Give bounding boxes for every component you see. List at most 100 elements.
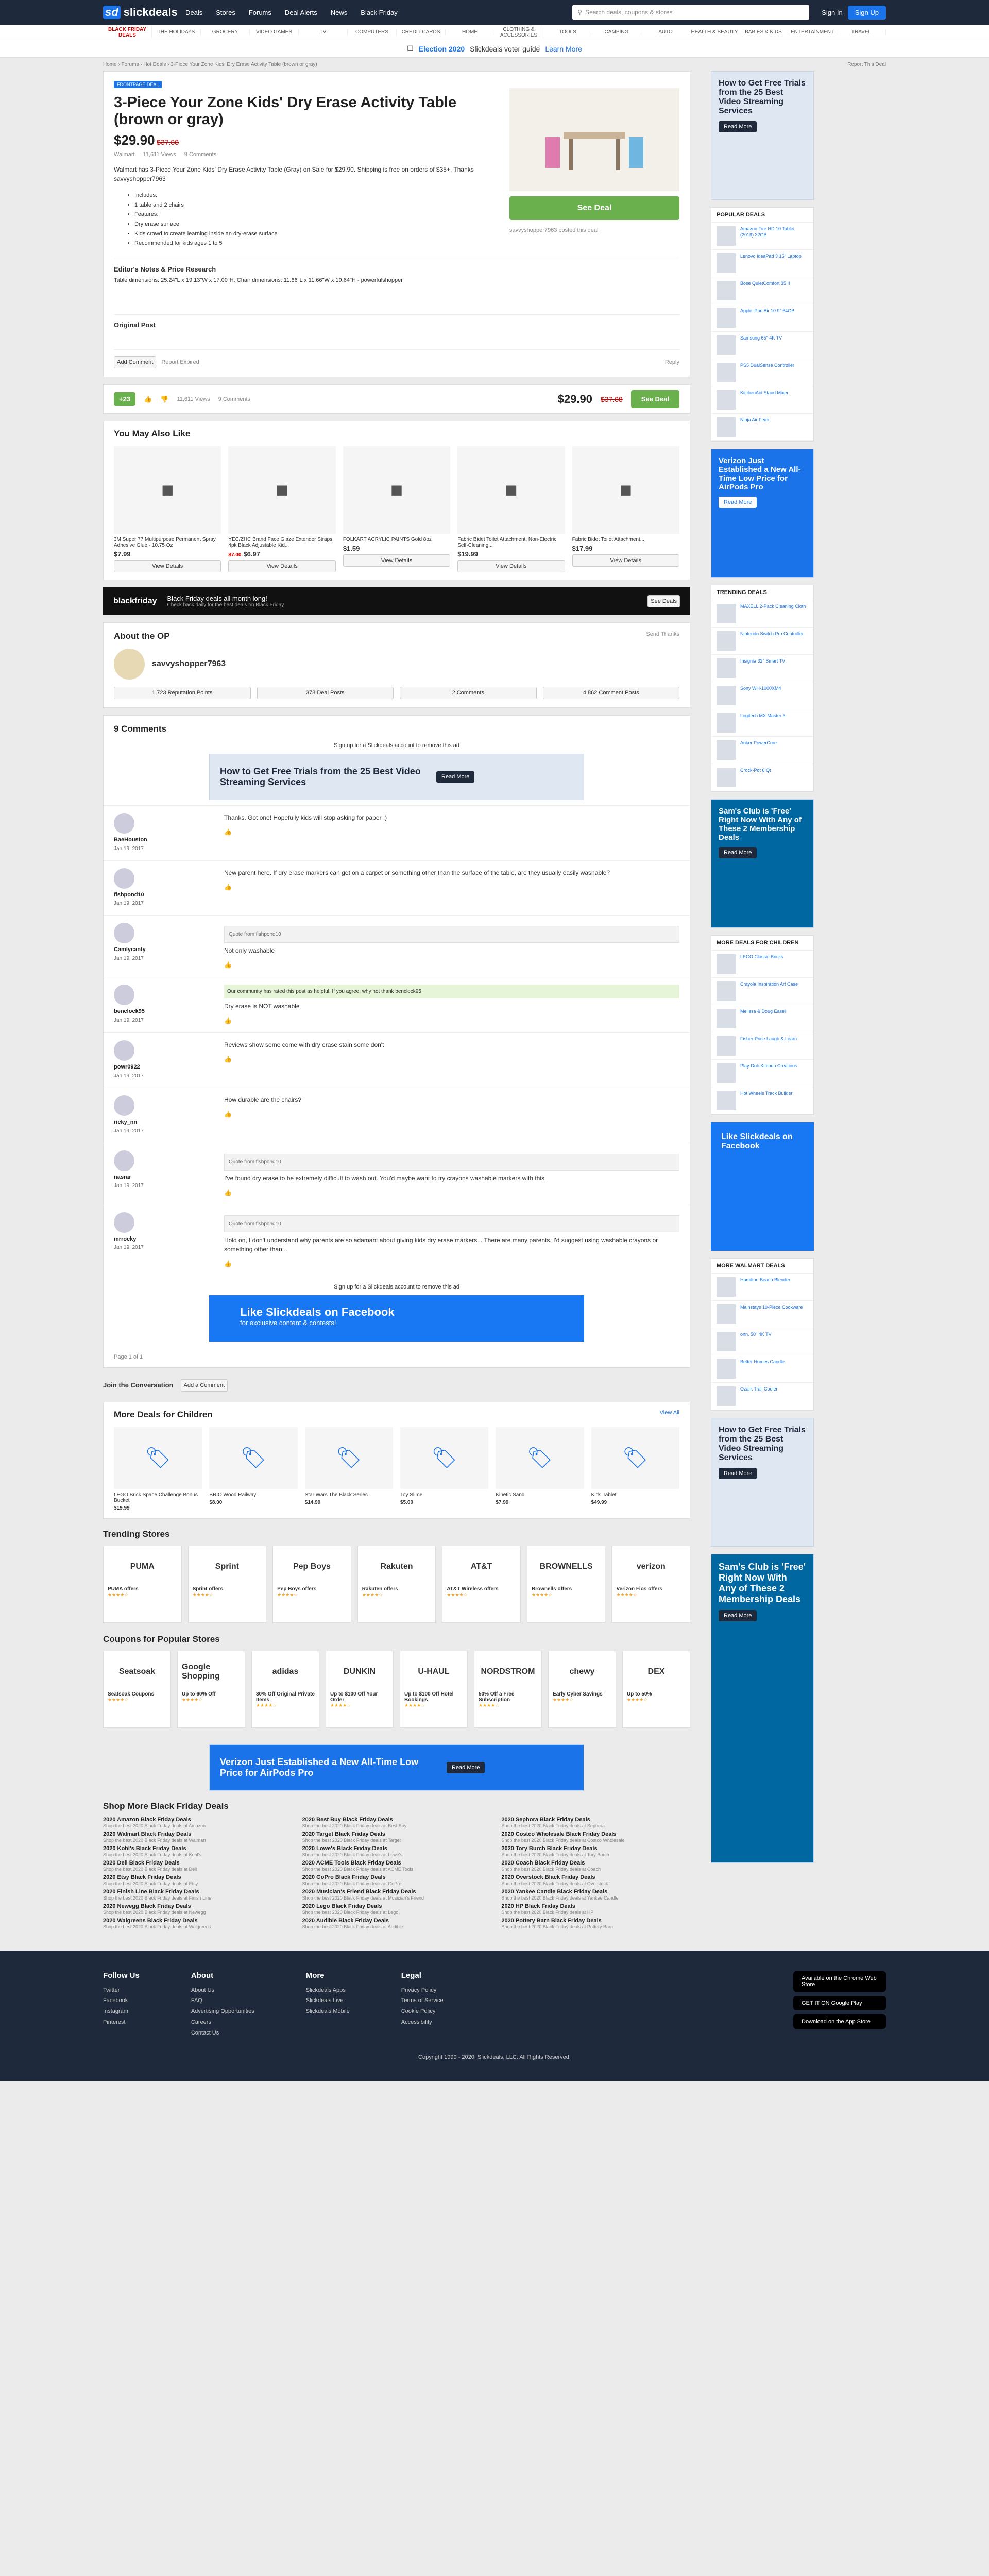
bf-link[interactable]: 2020 Lego Black Friday Deals Shop the bes… xyxy=(302,1903,491,1916)
child-deal-card[interactable]: 🏷 LEGO Brick Space Challenge Bonus Bucket… xyxy=(114,1427,202,1511)
store-card[interactable]: Sprint Sprint offers ★★★★☆ xyxy=(187,1545,267,1623)
store-card[interactable]: BROWNELLS Brownells offers ★★★★☆ xyxy=(526,1545,606,1623)
child-deal-card[interactable]: 🏷 BRIO Wood Railway $8.00 xyxy=(209,1427,298,1511)
bf-link[interactable]: 2020 Sephora Black Friday Deals Shop the … xyxy=(501,1817,690,1829)
footer-link[interactable]: About Us xyxy=(191,1985,254,1996)
nav-link[interactable]: Forums xyxy=(249,9,271,16)
child-deal-card[interactable]: 🏷 Kids Tablet $49.99 xyxy=(591,1427,679,1511)
avatar[interactable] xyxy=(114,1150,134,1171)
category-link[interactable]: COMPUTERS xyxy=(348,29,397,35)
avatar[interactable] xyxy=(114,1040,134,1061)
streaming-ad[interactable]: How to Get Free Trials from the 25 Best … xyxy=(209,754,584,801)
store-card[interactable]: chewy Early Cyber Savings ★★★★☆ xyxy=(548,1650,616,1728)
thumbs-down-icon[interactable]: 👎 xyxy=(160,395,168,403)
product-card[interactable]: ■ YEC/ZHC Brand Face Glaze Extender Strap… xyxy=(228,446,336,573)
add-comment-button[interactable]: Add Comment xyxy=(114,356,157,369)
slickdeals-logo[interactable]: sd slickdeals xyxy=(103,6,185,19)
footer-link[interactable]: FAQ xyxy=(191,1995,254,2006)
nav-link[interactable]: Deal Alerts xyxy=(285,9,317,16)
comment-username[interactable]: mrrocky xyxy=(114,1235,217,1244)
store-card[interactable]: DEX Up to 50% ★★★★☆ xyxy=(622,1650,690,1728)
bf-link[interactable]: 2020 Costco Wholesale Black Friday Deals… xyxy=(501,1831,690,1843)
side-deal-item[interactable]: Mainstays 10-Piece Cookware xyxy=(711,1301,813,1328)
side-ad-airpods[interactable]: Verizon Just Established a New All-Time … xyxy=(711,449,814,578)
side-deal-item[interactable]: Fisher-Price Laugh & Learn xyxy=(711,1032,813,1060)
bf-link[interactable]: 2020 Dell Black Friday Deals Shop the bes… xyxy=(103,1860,292,1872)
footer-link[interactable]: Slickdeals Mobile xyxy=(306,2006,350,2017)
bf-link[interactable]: 2020 Overstock Black Friday Deals Shop th… xyxy=(501,1874,690,1887)
category-link[interactable]: GROCERY xyxy=(201,29,250,35)
category-link[interactable]: CLOTHING & ACCESSORIES xyxy=(494,26,543,38)
sign-up-button[interactable]: Sign Up xyxy=(847,5,886,20)
category-link[interactable]: CREDIT CARDS xyxy=(397,29,446,35)
product-card[interactable]: ■ 3M Super 77 Multipurpose Permanent Spra… xyxy=(114,446,221,573)
bf-link[interactable]: 2020 Newegg Black Friday Deals Shop the b… xyxy=(103,1903,292,1916)
side-deal-item[interactable]: Sony WH-1000XM4 xyxy=(711,682,813,709)
bf-link[interactable]: 2020 Musician's Friend Black Friday Deal… xyxy=(302,1889,491,1901)
side-deal-item[interactable]: MAXELL 2-Pack Cleaning Cloth xyxy=(711,600,813,628)
store-card[interactable]: U-HAUL Up to $100 Off Hotel Bookings ★★★★☆ xyxy=(400,1650,468,1728)
facebook-ad[interactable]: Like Slickdeals on Facebook for exclusiv… xyxy=(209,1295,584,1342)
side-ad-sams[interactable]: Sam's Club is 'Free' Right Now With Any … xyxy=(711,799,814,928)
bf-link[interactable]: 2020 Walmart Black Friday Deals Shop the … xyxy=(103,1831,292,1843)
view-details-button[interactable]: View Details xyxy=(228,560,336,573)
store-card[interactable]: Google Shopping Up to 60% Off ★★★★☆ xyxy=(177,1650,245,1728)
side-deal-item[interactable]: LEGO Classic Bricks xyxy=(711,951,813,978)
side-deal-item[interactable]: Ninja Air Fryer xyxy=(711,414,813,441)
avatar[interactable] xyxy=(114,1212,134,1233)
side-ad4-button[interactable]: Read More xyxy=(719,1468,757,1479)
bf-link[interactable]: 2020 ACME Tools Black Friday Deals Shop t… xyxy=(302,1860,491,1872)
bf-link[interactable]: 2020 Kohl's Black Friday Deals Shop the b… xyxy=(103,1845,292,1858)
nav-link[interactable]: Stores xyxy=(216,9,235,16)
bf-link[interactable]: 2020 Coach Black Friday Deals Shop the be… xyxy=(501,1860,690,1872)
category-link[interactable]: TRAVEL xyxy=(837,29,886,35)
bar-see-deal-button[interactable]: See Deal xyxy=(630,390,679,409)
like-icon[interactable]: 👍 xyxy=(224,1055,679,1064)
category-link[interactable]: BLACK FRIDAY DEALS xyxy=(103,26,152,38)
side-deal-item[interactable]: Samsung 65" 4K TV xyxy=(711,332,813,359)
footer-link[interactable]: Cookie Policy xyxy=(401,2006,444,2017)
like-icon[interactable]: 👍 xyxy=(224,1110,679,1119)
footer-link[interactable]: Advertising Opportunities xyxy=(191,2006,254,2017)
side-deal-item[interactable]: onn. 50" 4K TV xyxy=(711,1328,813,1355)
footer-link[interactable]: Instagram xyxy=(103,2006,140,2017)
vote-score[interactable]: +23 xyxy=(114,392,136,406)
child-deal-card[interactable]: 🏷 Kinetic Sand $7.99 xyxy=(496,1427,584,1511)
comment-username[interactable]: nasrar xyxy=(114,1173,217,1182)
like-icon[interactable]: 👍 xyxy=(224,1188,679,1197)
bf-link[interactable]: 2020 Best Buy Black Friday Deals Shop the… xyxy=(302,1817,491,1829)
search-input[interactable]: ⚲ Search deals, coupons & stores xyxy=(572,5,810,20)
comment-username[interactable]: fishpond10 xyxy=(114,891,217,900)
bf-see-deals-button[interactable]: See Deals xyxy=(647,595,680,608)
store-card[interactable]: verizon Verizon Fios offers ★★★★☆ xyxy=(611,1545,691,1623)
store-card[interactable]: Seatsoak Seatsoak Coupons ★★★★☆ xyxy=(103,1650,171,1728)
side-deal-item[interactable]: PS5 DualSense Controller xyxy=(711,359,813,386)
side-ad3-button[interactable]: Read More xyxy=(719,847,757,858)
like-icon[interactable]: 👍 xyxy=(224,1016,679,1025)
store-card[interactable]: Pep Boys Pep Boys offers ★★★★☆ xyxy=(272,1545,351,1623)
child-deal-card[interactable]: 🏷 Toy Slime $5.00 xyxy=(400,1427,489,1511)
side-deal-item[interactable]: KitchenAid Stand Mixer xyxy=(711,386,813,414)
app-store-badge[interactable]: GET IT ON Google Play xyxy=(793,1995,886,2010)
side-ad-streaming[interactable]: How to Get Free Trials from the 25 Best … xyxy=(711,71,814,200)
store-card[interactable]: adidas 30% Off Original Private Items ★★★★… xyxy=(251,1650,319,1728)
view-details-button[interactable]: View Details xyxy=(114,560,221,573)
side-deal-item[interactable]: Hot Wheels Track Builder xyxy=(711,1087,813,1114)
breadcrumb[interactable]: Home › Forums › Hot Deals › 3-Piece Your… xyxy=(103,62,317,67)
side-deal-item[interactable]: Bose QuietComfort 35 II xyxy=(711,277,813,304)
side-deal-item[interactable]: Insignia 32" Smart TV xyxy=(711,655,813,682)
view-all-link[interactable]: View All xyxy=(660,1410,679,1420)
see-deal-button[interactable]: See Deal xyxy=(509,196,679,220)
bf-link[interactable]: 2020 GoPro Black Friday Deals Shop the be… xyxy=(302,1874,491,1887)
bf-link[interactable]: 2020 Pottery Barn Black Friday Deals Shop… xyxy=(501,1918,690,1930)
side-deal-item[interactable]: Anker PowerCore xyxy=(711,737,813,764)
category-link[interactable]: TOOLS xyxy=(543,29,592,35)
report-deal-link[interactable]: Report This Deal xyxy=(847,62,886,67)
avatar[interactable] xyxy=(114,1095,134,1116)
bar-comments[interactable]: 9 Comments xyxy=(218,396,250,402)
category-link[interactable]: ENTERTAINMENT xyxy=(788,29,837,35)
store-card[interactable]: NORDSTROM 50% Off a Free Subscription ★★★★… xyxy=(474,1650,542,1728)
avatar[interactable] xyxy=(114,985,134,1006)
category-link[interactable]: AUTO xyxy=(641,29,690,35)
view-details-button[interactable]: View Details xyxy=(343,554,451,567)
